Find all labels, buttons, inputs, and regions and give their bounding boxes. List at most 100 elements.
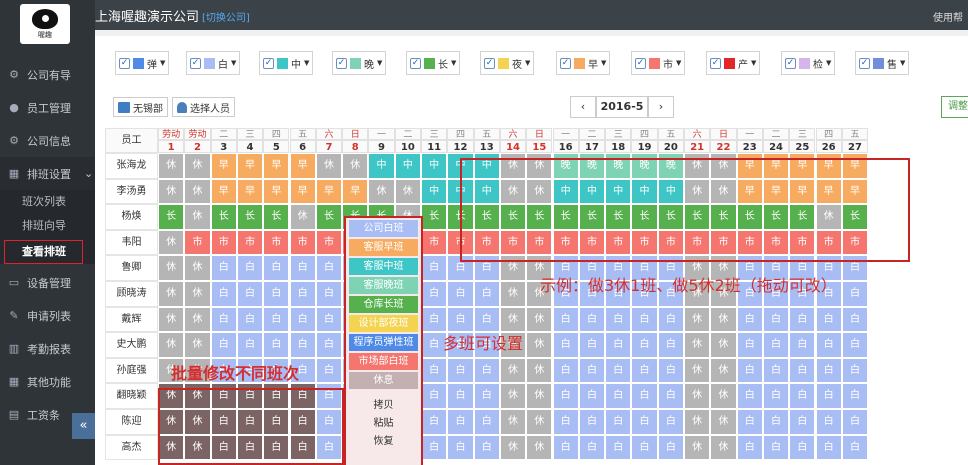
schedule-cell[interactable]: 休 xyxy=(684,409,711,435)
sidebar-subitem-3[interactable]: 查看排班 xyxy=(4,240,83,264)
switch-company-link[interactable]: [切换公司] xyxy=(202,13,250,24)
checkbox[interactable]: ✓ xyxy=(190,57,201,69)
shift-filter-10[interactable]: ✓ 检 ▼ xyxy=(781,51,836,75)
schedule-cell[interactable]: 休 xyxy=(184,178,211,205)
help-link[interactable]: 使用帮 xyxy=(933,9,963,24)
schedule-cell[interactable]: 白 xyxy=(789,332,816,358)
sidebar-subitem-1[interactable]: 班次列表 xyxy=(0,190,95,214)
schedule-cell[interactable]: 白 xyxy=(421,434,448,461)
schedule-cell[interactable]: 市 xyxy=(210,229,237,256)
schedule-cell[interactable]: 休 xyxy=(184,281,211,307)
schedule-cell[interactable]: 白 xyxy=(736,306,763,333)
schedule-cell[interactable]: 白 xyxy=(552,383,579,409)
schedule-cell[interactable]: 白 xyxy=(841,409,869,435)
schedule-cell[interactable]: 长 xyxy=(315,204,343,230)
schedule-cell[interactable]: 白 xyxy=(473,281,500,307)
shift-filter-1[interactable]: ✓ 弹 ▼ xyxy=(115,51,170,75)
context-menu-item[interactable]: 公司白班 xyxy=(349,220,418,237)
schedule-cell[interactable]: 早 xyxy=(236,153,264,179)
schedule-cell[interactable]: 休 xyxy=(710,306,737,333)
schedule-cell[interactable]: 休 xyxy=(184,204,211,230)
context-menu-item[interactable]: 客服早班 xyxy=(349,239,418,256)
schedule-cell[interactable]: 白 xyxy=(605,357,632,384)
schedule-cell[interactable]: 白 xyxy=(552,434,579,461)
schedule-cell[interactable]: 早 xyxy=(263,178,290,205)
schedule-cell[interactable]: 休 xyxy=(526,434,553,461)
schedule-cell[interactable]: 白 xyxy=(315,357,343,384)
schedule-cell[interactable]: 白 xyxy=(289,332,316,358)
sidebar-item-4[interactable]: ▦ 排班设置 ⌄ xyxy=(0,157,95,190)
schedule-cell[interactable]: 休 xyxy=(710,383,737,409)
schedule-cell[interactable]: 白 xyxy=(236,306,264,333)
sidebar-item-after-4[interactable]: ▦ 其他功能 xyxy=(0,365,95,398)
schedule-cell[interactable]: 白 xyxy=(578,434,606,461)
shift-filter-9[interactable]: ✓ 产 ▼ xyxy=(706,51,761,75)
schedule-cell[interactable]: 白 xyxy=(289,281,316,307)
schedule-cell[interactable]: 白 xyxy=(421,357,448,384)
sidebar-item-after-3[interactable]: ▥ 考勤报表 xyxy=(0,332,95,365)
schedule-cell[interactable]: 白 xyxy=(421,306,448,333)
schedule-cell[interactable]: 白 xyxy=(236,281,264,307)
schedule-cell[interactable]: 休 xyxy=(499,306,527,333)
context-menu-item[interactable]: 休息 xyxy=(349,372,418,389)
schedule-cell[interactable]: 休 xyxy=(499,357,527,384)
schedule-cell[interactable]: 休 xyxy=(526,357,553,384)
schedule-cell[interactable]: 休 xyxy=(710,332,737,358)
schedule-cell[interactable]: 休 xyxy=(394,178,421,205)
schedule-cell[interactable]: 白 xyxy=(631,306,658,333)
schedule-cell[interactable]: 白 xyxy=(473,434,500,461)
schedule-cell[interactable]: 白 xyxy=(841,281,869,307)
schedule-cell[interactable]: 休 xyxy=(684,383,711,409)
shift-filter-2[interactable]: ✓ 白 ▼ xyxy=(186,51,241,75)
schedule-cell[interactable]: 白 xyxy=(605,332,632,358)
schedule-cell[interactable]: 白 xyxy=(605,383,632,409)
schedule-cell[interactable]: 休 xyxy=(526,383,553,409)
schedule-cell[interactable]: 市 xyxy=(315,229,343,256)
schedule-cell[interactable]: 白 xyxy=(815,434,842,461)
schedule-cell[interactable]: 白 xyxy=(841,383,869,409)
schedule-cell[interactable]: 早 xyxy=(342,178,369,205)
schedule-cell[interactable]: 长 xyxy=(236,204,264,230)
schedule-cell[interactable]: 休 xyxy=(184,153,211,179)
schedule-cell[interactable]: 白 xyxy=(841,332,869,358)
schedule-cell[interactable]: 白 xyxy=(447,281,474,307)
schedule-cell[interactable]: 休 xyxy=(158,281,185,307)
schedule-cell[interactable]: 早 xyxy=(210,153,237,179)
next-month-button[interactable]: › xyxy=(648,96,674,118)
shift-filter-4[interactable]: ✓ 晚 ▼ xyxy=(332,51,387,75)
schedule-cell[interactable]: 白 xyxy=(263,281,290,307)
schedule-cell[interactable]: 休 xyxy=(526,306,553,333)
schedule-cell[interactable]: 白 xyxy=(631,332,658,358)
schedule-cell[interactable]: 白 xyxy=(315,332,343,358)
sidebar-item-after-2[interactable]: ✎ 申请列表 xyxy=(0,299,95,332)
sidebar-item-3[interactable]: ⚙ 公司信息 xyxy=(0,124,95,157)
sidebar-subitem-2[interactable]: 排班向导 xyxy=(0,214,95,238)
schedule-cell[interactable]: 休 xyxy=(158,306,185,333)
schedule-cell[interactable]: 白 xyxy=(447,306,474,333)
schedule-cell[interactable]: 白 xyxy=(263,332,290,358)
schedule-cell[interactable]: 白 xyxy=(289,306,316,333)
schedule-cell[interactable]: 白 xyxy=(210,332,237,358)
schedule-cell[interactable]: 白 xyxy=(236,332,264,358)
schedule-cell[interactable]: 白 xyxy=(473,409,500,435)
shift-filter-5[interactable]: ✓ 长 ▼ xyxy=(406,51,461,75)
schedule-cell[interactable]: 白 xyxy=(578,332,606,358)
schedule-cell[interactable]: 休 xyxy=(368,178,395,205)
schedule-cell[interactable]: 白 xyxy=(657,357,684,384)
schedule-cell[interactable]: 休 xyxy=(526,409,553,435)
schedule-cell[interactable]: 白 xyxy=(657,383,684,409)
schedule-cell[interactable]: 白 xyxy=(762,434,790,461)
schedule-cell[interactable]: 早 xyxy=(289,178,316,205)
schedule-cell[interactable]: 白 xyxy=(762,332,790,358)
schedule-cell[interactable]: 中 xyxy=(394,153,421,179)
schedule-cell[interactable]: 休 xyxy=(158,332,185,358)
schedule-cell[interactable]: 长 xyxy=(263,204,290,230)
schedule-cell[interactable]: 白 xyxy=(815,383,842,409)
schedule-cell[interactable]: 白 xyxy=(841,357,869,384)
schedule-cell[interactable]: 白 xyxy=(631,357,658,384)
schedule-cell[interactable]: 早 xyxy=(315,178,343,205)
shift-filter-11[interactable]: ✓ 售 ▼ xyxy=(855,51,910,75)
schedule-cell[interactable]: 白 xyxy=(447,434,474,461)
schedule-cell[interactable]: 休 xyxy=(499,383,527,409)
schedule-cell[interactable]: 白 xyxy=(210,255,237,281)
